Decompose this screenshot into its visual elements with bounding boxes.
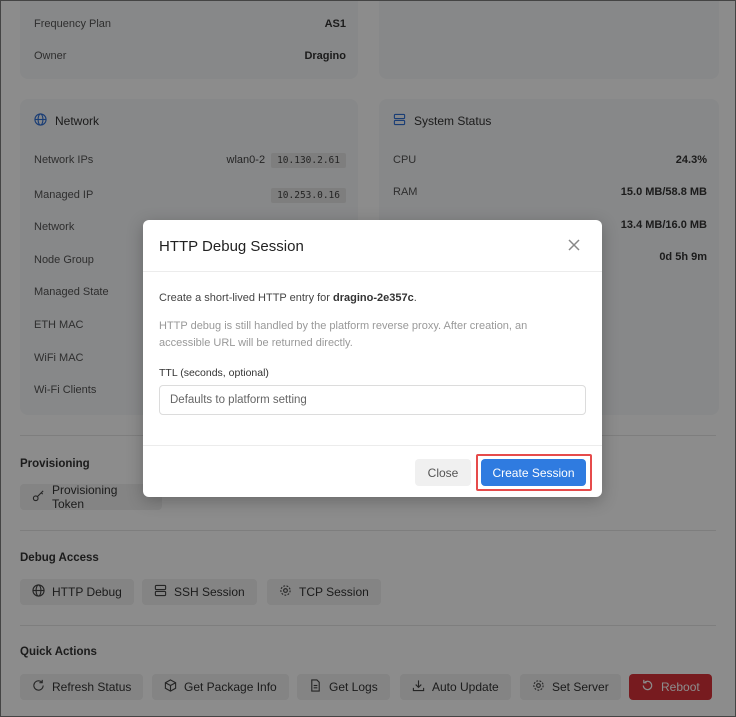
ttl-input[interactable] xyxy=(159,385,586,415)
intro-suffix: . xyxy=(413,292,417,304)
modal-intro: Create a short-lived HTTP entry for drag… xyxy=(159,292,417,304)
close-icon[interactable] xyxy=(566,237,582,253)
modal-help-text: HTTP debug is still handled by the platf… xyxy=(159,320,528,349)
http-debug-session-modal: HTTP Debug Session Create a short-lived … xyxy=(143,220,602,497)
intro-text: Create a short-lived HTTP entry for xyxy=(159,292,334,304)
device-name: dragino-2e357c xyxy=(333,292,414,304)
device-detail-page: Frequency Plan AS1 Owner Dragino Network… xyxy=(0,0,736,717)
modal-header: HTTP Debug Session xyxy=(143,220,602,272)
close-button[interactable]: Close xyxy=(415,459,471,486)
modal-footer-divider xyxy=(143,445,602,446)
modal-title: HTTP Debug Session xyxy=(159,238,304,255)
ttl-label: TTL (seconds, optional) xyxy=(159,367,269,379)
create-session-button[interactable]: Create Session xyxy=(481,459,586,486)
